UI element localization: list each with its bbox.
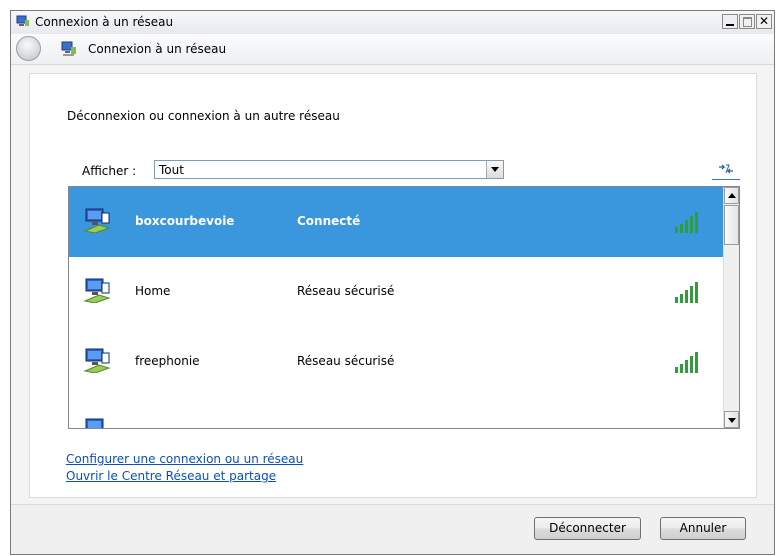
close-button[interactable]: ✕ — [756, 14, 772, 29]
heading: Déconnexion ou connexion à un autre rése… — [67, 109, 340, 123]
filter-value: Tout — [159, 163, 184, 177]
network-computer-icon — [85, 418, 104, 428]
cancel-button[interactable]: Annuler — [660, 517, 746, 540]
network-icon — [61, 41, 76, 56]
scroll-thumb[interactable] — [724, 205, 739, 245]
footer-bar: Déconnecter Annuler — [11, 504, 774, 554]
close-icon: ✕ — [759, 14, 770, 28]
signal-strength-icon — [673, 420, 703, 429]
network-row[interactable]: freephonie Réseau sécurisé — [69, 327, 724, 397]
network-name: freephonie — [135, 354, 200, 368]
network-list[interactable]: boxcourbevoie Connecté Home Réseau sécur… — [68, 186, 740, 429]
network-name: boxcourbevoie — [135, 214, 235, 228]
filter-dropdown[interactable]: Tout — [154, 160, 504, 179]
title-bar[interactable]: Connexion à un réseau ✕ — [11, 11, 774, 35]
scroll-down-button[interactable] — [724, 411, 739, 428]
network-row[interactable]: boxcourbevoie Connecté — [69, 187, 724, 257]
signal-strength-icon — [675, 352, 698, 373]
disconnect-button[interactable]: Déconnecter — [534, 517, 641, 540]
signal-strength-icon — [675, 212, 698, 233]
list-scrollbar[interactable] — [723, 187, 739, 428]
maximize-button[interactable] — [739, 14, 755, 29]
network-status: Réseau sécurisé — [297, 284, 395, 298]
network-status: Réseau sécurisé — [297, 354, 395, 368]
filter-label: Afficher : — [82, 164, 137, 178]
page-title: Connexion à un réseau — [88, 42, 227, 56]
minimize-button[interactable] — [722, 14, 738, 29]
refresh-icon — [719, 164, 733, 174]
network-computer-icon — [83, 278, 111, 303]
window-title: Connexion à un réseau — [35, 15, 174, 29]
navigation-bar: Connexion à un réseau — [11, 34, 774, 65]
content-panel: Déconnexion ou connexion à un autre rése… — [29, 73, 757, 498]
network-computer-icon — [83, 208, 111, 233]
chevron-down-icon[interactable] — [486, 161, 503, 178]
network-row[interactable] — [69, 397, 724, 429]
back-button[interactable] — [16, 36, 41, 61]
connect-to-network-window: Connexion à un réseau ✕ Connexion à un r… — [10, 10, 775, 555]
signal-strength-icon — [675, 282, 698, 303]
network-icon — [16, 15, 29, 26]
setup-connection-link[interactable]: Configurer une connexion ou un réseau — [66, 452, 303, 466]
network-center-link[interactable]: Ouvrir le Centre Réseau et partage — [66, 469, 276, 483]
network-row[interactable]: Home Réseau sécurisé — [69, 257, 724, 327]
scroll-up-button[interactable] — [724, 187, 739, 204]
network-status: Connecté — [297, 214, 361, 228]
network-name: Home — [135, 284, 171, 298]
network-computer-icon — [83, 348, 111, 373]
refresh-button[interactable] — [712, 160, 740, 180]
